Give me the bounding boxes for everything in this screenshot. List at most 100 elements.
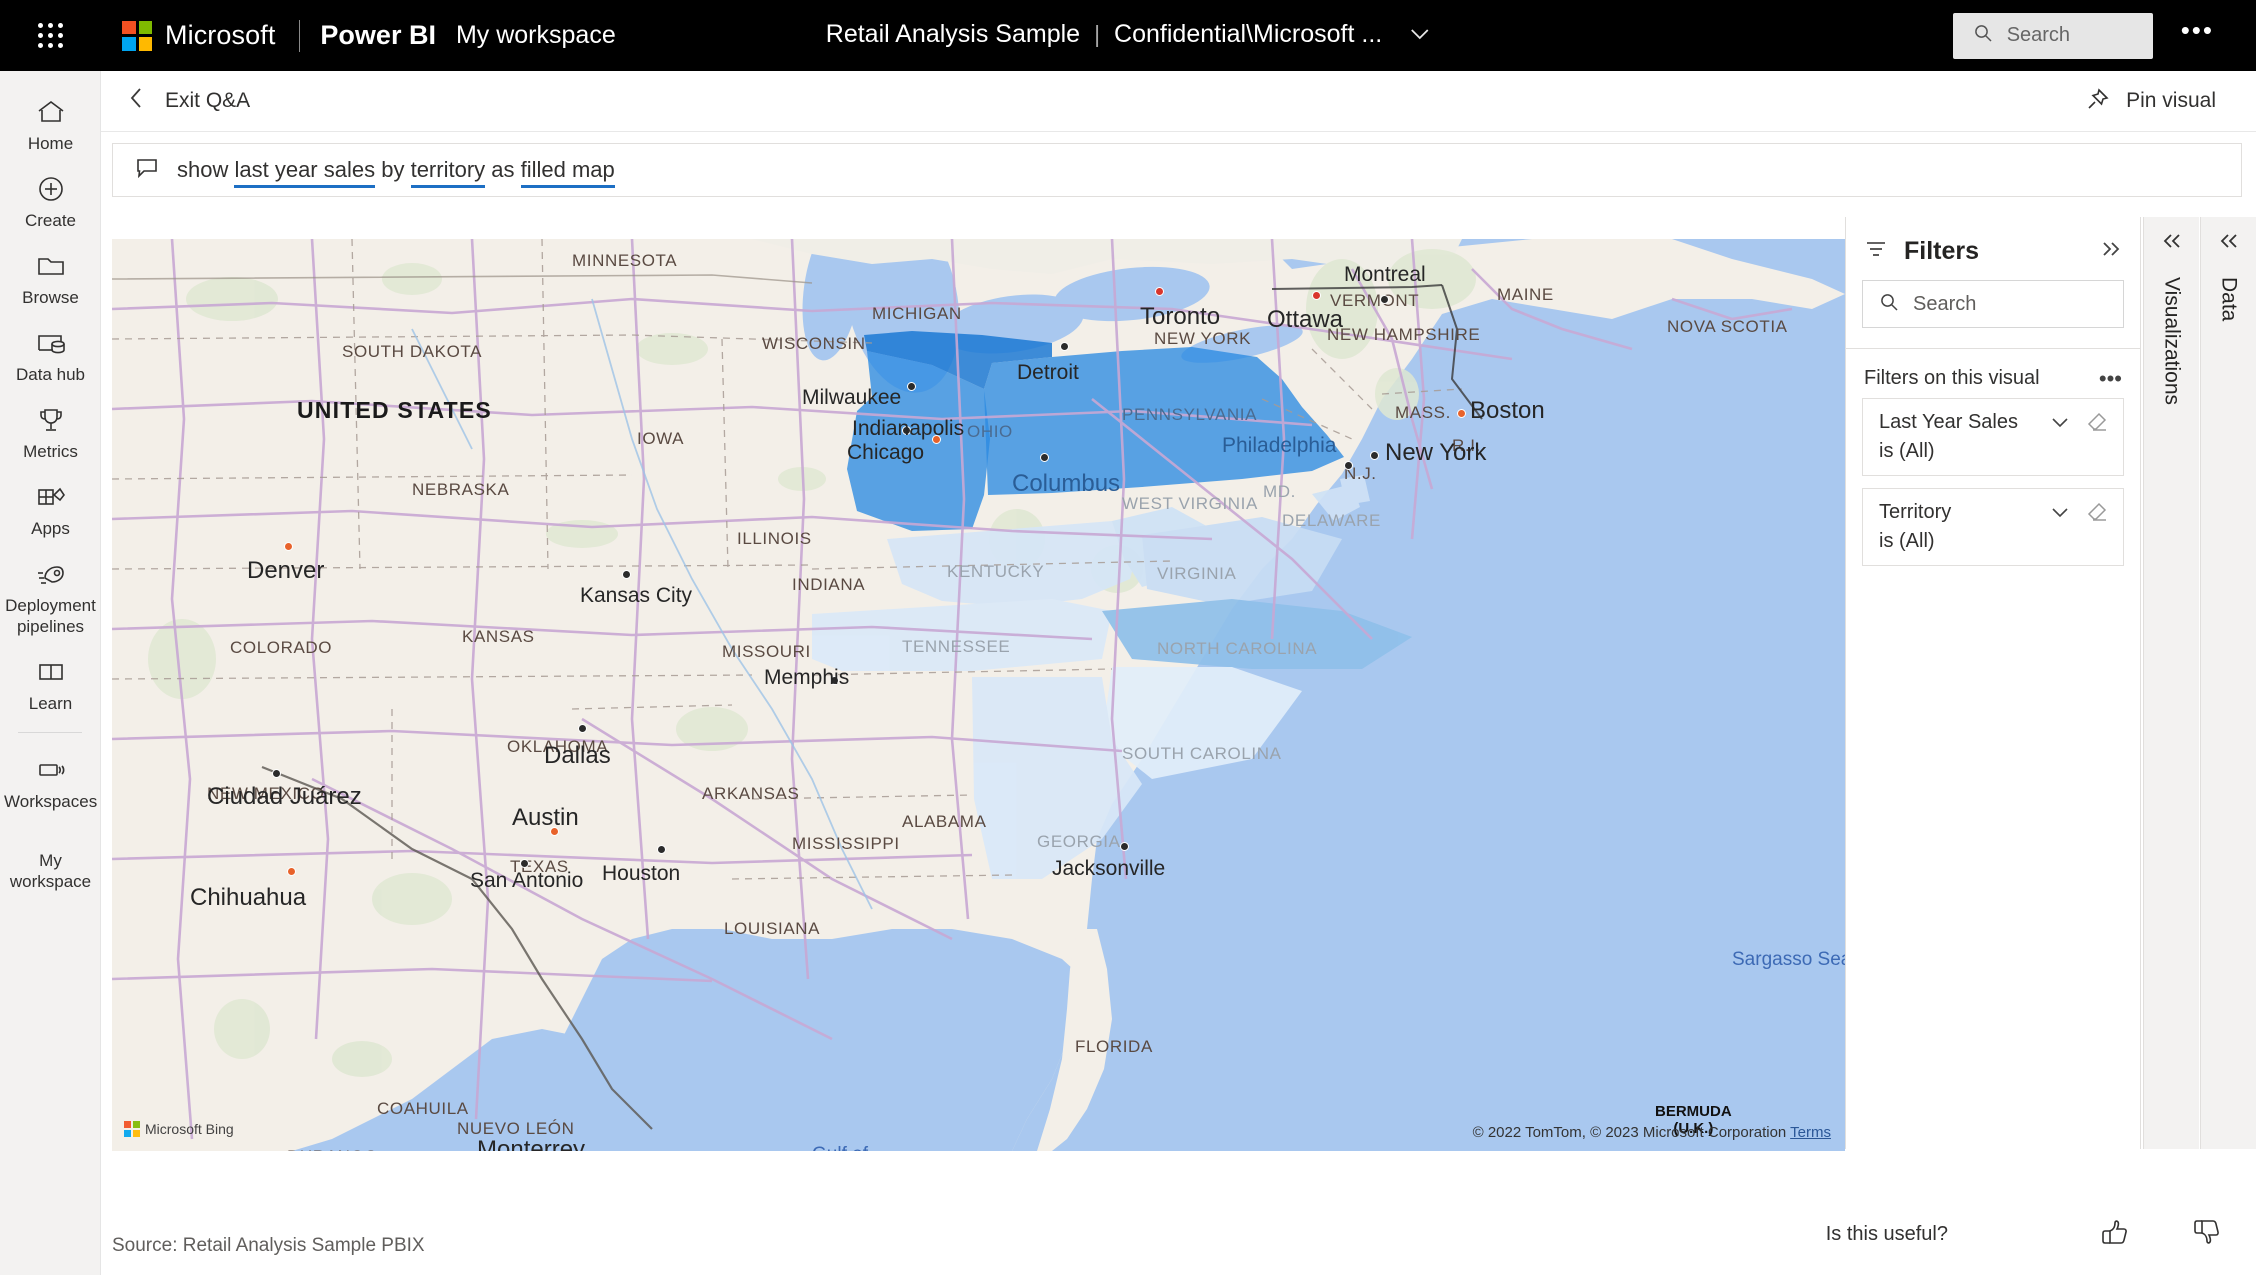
filter-field-value: is (All) xyxy=(1879,440,1935,462)
map-city-dot xyxy=(1344,461,1353,470)
map-city-dot xyxy=(902,426,911,435)
filters-search-input[interactable]: Search xyxy=(1862,280,2124,328)
filters-section-label: Filters on this visual xyxy=(1864,367,2040,389)
chevron-down-icon[interactable] xyxy=(2051,503,2069,523)
breadcrumb-workspace[interactable]: My workspace xyxy=(456,21,616,50)
home-icon xyxy=(4,95,97,129)
chevron-down-icon[interactable] xyxy=(2051,413,2069,433)
exit-qa-button[interactable]: Exit Q&A xyxy=(129,87,250,115)
sidebar-divider xyxy=(18,732,82,733)
filled-map-visual[interactable]: UNITED STATES MINNESOTA SOUTH DAKOTA WISCO… xyxy=(112,239,1845,1151)
map-city-dot xyxy=(272,769,281,778)
sidebar-item-browse[interactable]: Browse xyxy=(0,239,101,316)
double-chevron-left-icon[interactable] xyxy=(2161,233,2183,255)
sidebar-item-workspaces[interactable]: Workspaces xyxy=(0,743,101,820)
book-icon xyxy=(4,655,97,689)
page-title: Retail Analysis Sample xyxy=(825,19,1081,48)
sidebar-item-label: My workspace xyxy=(9,851,92,891)
filter-card-last-year-sales[interactable]: Last Year Sales is (All) xyxy=(1862,398,2124,476)
visualizations-pane-collapsed[interactable]: Visualizations xyxy=(2143,217,2199,1149)
document-title-bar[interactable]: Retail Analysis Sample | Confidential\Mi… xyxy=(826,20,1430,49)
qa-query-text: show last year sales by territory as fil… xyxy=(177,157,615,188)
data-pane-collapsed[interactable]: Data xyxy=(2200,217,2256,1149)
sidebar-item-create[interactable]: Create xyxy=(0,162,101,239)
topbar-right-cluster: Search ••• xyxy=(1952,0,2256,71)
sidebar-item-learn[interactable]: Learn xyxy=(0,645,101,722)
microsoft-logo[interactable]: Microsoft xyxy=(122,20,275,51)
map-canvas xyxy=(112,239,1845,1151)
workspaces-icon xyxy=(4,753,97,787)
trophy-icon xyxy=(4,403,97,437)
qa-token-measure[interactable]: last year sales xyxy=(234,157,376,188)
bing-logo-text: Microsoft Bing xyxy=(145,1121,234,1137)
more-options-button[interactable]: ••• xyxy=(2181,17,2214,46)
plus-circle-icon xyxy=(4,172,97,206)
qa-toolbar: Exit Q&A Pin visual xyxy=(101,71,2256,132)
map-terms-link[interactable]: Terms xyxy=(1790,1124,1831,1141)
thumbs-down-icon[interactable] xyxy=(2192,1218,2220,1251)
bing-logo[interactable]: Microsoft Bing xyxy=(124,1121,234,1137)
map-city-dot xyxy=(1040,453,1049,462)
search-icon xyxy=(1973,23,1993,49)
sidebar-item-deployment-pipelines[interactable]: Deployment pipelines xyxy=(0,547,101,645)
left-navigation-sidebar: Home Create Browse Data hub Metrics Apps xyxy=(0,71,101,1275)
map-attribution: © 2022 TomTom, © 2023 Microsoft Corporat… xyxy=(1473,1124,1831,1141)
microsoft-wordmark: Microsoft xyxy=(165,20,276,50)
search-input[interactable]: Search xyxy=(1952,12,2153,59)
map-city-dot xyxy=(1380,295,1389,304)
thumbs-up-icon[interactable] xyxy=(2100,1218,2128,1251)
filters-section-more-button[interactable]: ••• xyxy=(2099,367,2122,389)
apps-icon xyxy=(4,480,97,514)
pin-visual-button[interactable]: Pin visual xyxy=(2086,87,2216,116)
sidebar-item-apps[interactable]: Apps xyxy=(0,470,101,547)
filters-section-header: Filters on this visual ••• xyxy=(1846,349,2140,398)
search-icon xyxy=(1879,292,1899,317)
visualizations-pane-label: Visualizations xyxy=(2160,277,2184,406)
app-launcher-icon[interactable] xyxy=(34,19,68,53)
double-chevron-left-icon[interactable] xyxy=(2218,233,2240,255)
eraser-icon[interactable] xyxy=(2085,411,2109,438)
map-city-dot xyxy=(1155,287,1164,296)
qa-token-dimension[interactable]: territory xyxy=(410,157,486,188)
title-separator: | xyxy=(1094,20,1101,47)
topbar-divider xyxy=(299,19,301,52)
sidebar-item-home[interactable]: Home xyxy=(0,85,101,162)
filters-header: Filters xyxy=(1846,217,2140,278)
filter-field-name: Last Year Sales xyxy=(1879,411,2018,433)
product-name[interactable]: Power BI xyxy=(320,20,436,51)
database-icon xyxy=(4,326,97,360)
sidebar-item-my-workspace[interactable]: My workspace xyxy=(0,820,101,900)
map-copyright-text: © 2022 TomTom, © 2023 Microsoft Corporat… xyxy=(1472,1124,1787,1141)
chevron-down-icon[interactable] xyxy=(1410,24,1430,45)
map-city-dot xyxy=(1120,842,1129,851)
sidebar-item-metrics[interactable]: Metrics xyxy=(0,393,101,470)
pin-icon xyxy=(2086,87,2110,116)
map-city-dot xyxy=(622,570,631,579)
search-placeholder-text: Search xyxy=(2006,24,2071,46)
sidebar-item-label: Create xyxy=(24,211,77,230)
map-city-dot xyxy=(550,827,559,836)
sidebar-item-label: Learn xyxy=(28,694,73,713)
qa-prefix: show xyxy=(177,157,235,182)
folder-icon xyxy=(4,249,97,283)
map-city-dot xyxy=(1060,342,1069,351)
sidebar-item-data-hub[interactable]: Data hub xyxy=(0,316,101,393)
map-city-dot xyxy=(907,382,916,391)
filters-pane: Filters Search Filters on this visual ••… xyxy=(1845,217,2141,1149)
rocket-icon xyxy=(4,557,97,591)
map-city-dot xyxy=(830,676,839,685)
double-chevron-right-icon[interactable] xyxy=(2100,240,2122,263)
filter-card-territory[interactable]: Territory is (All) xyxy=(1862,488,2124,566)
qa-question-input[interactable]: show last year sales by territory as fil… xyxy=(112,143,2242,197)
eraser-icon[interactable] xyxy=(2085,501,2109,528)
map-city-dot xyxy=(657,845,666,854)
sidebar-item-label: Home xyxy=(27,134,74,153)
filter-icon xyxy=(1864,239,1888,264)
filters-title: Filters xyxy=(1904,237,1980,265)
qa-mid-2: as xyxy=(485,157,521,182)
sidebar-item-label: Data hub xyxy=(16,365,85,384)
qa-token-visual[interactable]: filled map xyxy=(520,157,615,188)
exit-qa-label: Exit Q&A xyxy=(165,89,251,112)
map-city-dot xyxy=(287,867,296,876)
map-city-dot xyxy=(1312,291,1321,300)
